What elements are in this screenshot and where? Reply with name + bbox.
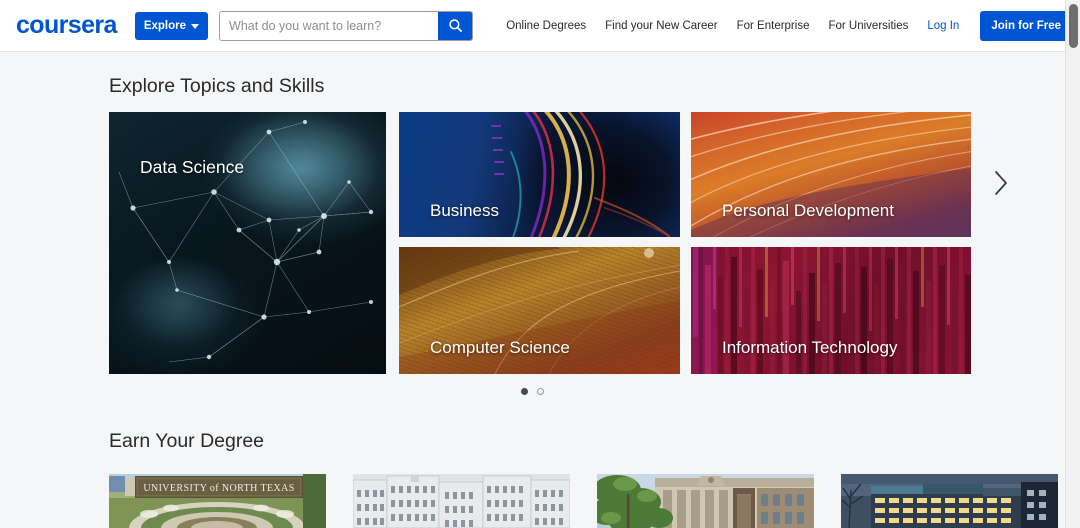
topics-carousel: Data Science Business Personal Developme… <box>109 112 971 374</box>
degree-card[interactable]: UNIVERSITY of NORTH TEXAS <box>109 474 326 528</box>
search-bar[interactable] <box>219 10 474 41</box>
explore-button[interactable]: Explore <box>134 11 209 40</box>
site-header: coursera Explore Online Degrees Find you… <box>0 0 1072 52</box>
pagination-dot-2[interactable] <box>537 388 544 395</box>
nav-online-degrees[interactable]: Online Degrees <box>506 20 586 32</box>
topic-card-computer-science[interactable]: Computer Science <box>399 247 680 374</box>
degree-card-list: UNIVERSITY of NORTH TEXAS <box>109 474 1058 528</box>
login-link[interactable]: Log In <box>927 20 959 32</box>
topic-card-business[interactable]: Business <box>399 112 680 237</box>
explore-topics-title: Explore Topics and Skills <box>109 75 325 97</box>
topic-card-label: Computer Science <box>430 338 570 357</box>
degree-card[interactable] <box>597 474 814 528</box>
degree-card[interactable] <box>353 474 570 528</box>
topic-card-data-science[interactable]: Data Science <box>109 112 386 374</box>
join-for-free-button[interactable]: Join for Free <box>980 10 1072 41</box>
header-nav: Online Degrees Find your New Career For … <box>506 10 1072 41</box>
campus-building-trees-image <box>597 474 814 528</box>
explore-button-label: Explore <box>143 19 187 32</box>
chevron-down-icon <box>191 23 200 29</box>
carousel-pagination <box>0 388 1065 395</box>
topic-card-information-technology[interactable]: Information Technology <box>691 247 971 374</box>
nav-for-enterprise[interactable]: For Enterprise <box>737 20 810 32</box>
nav-find-your-new-career[interactable]: Find your New Career <box>605 20 717 32</box>
topic-card-label: Business <box>430 201 499 220</box>
chevron-right-icon <box>995 171 1007 195</box>
topic-card-label: Information Technology <box>722 338 898 357</box>
university-of-north-texas-image: UNIVERSITY of NORTH TEXAS <box>109 474 326 528</box>
earn-your-degree-title: Earn Your Degree <box>109 430 265 452</box>
search-input[interactable] <box>220 11 439 40</box>
topic-card-personal-development[interactable]: Personal Development <box>691 112 971 237</box>
classical-building-image <box>353 474 570 528</box>
modern-building-dusk-image <box>841 474 1058 528</box>
degree-card[interactable] <box>841 474 1058 528</box>
page-scrollbar[interactable] <box>1065 0 1080 528</box>
topic-card-label: Data Science <box>140 157 245 177</box>
degree-card-caption: UNIVERSITY of NORTH TEXAS <box>143 483 294 494</box>
topic-card-label: Personal Development <box>722 201 894 220</box>
search-icon <box>448 19 462 32</box>
carousel-next-button[interactable] <box>984 166 1018 200</box>
coursera-logo[interactable]: coursera <box>16 13 117 38</box>
page-content: Explore Topics and Skills Data Science B… <box>0 52 1065 528</box>
search-button[interactable] <box>438 11 473 40</box>
pagination-dot-1[interactable] <box>521 388 528 395</box>
nav-for-universities[interactable]: For Universities <box>828 20 908 32</box>
scrollbar-thumb[interactable] <box>1069 4 1078 48</box>
